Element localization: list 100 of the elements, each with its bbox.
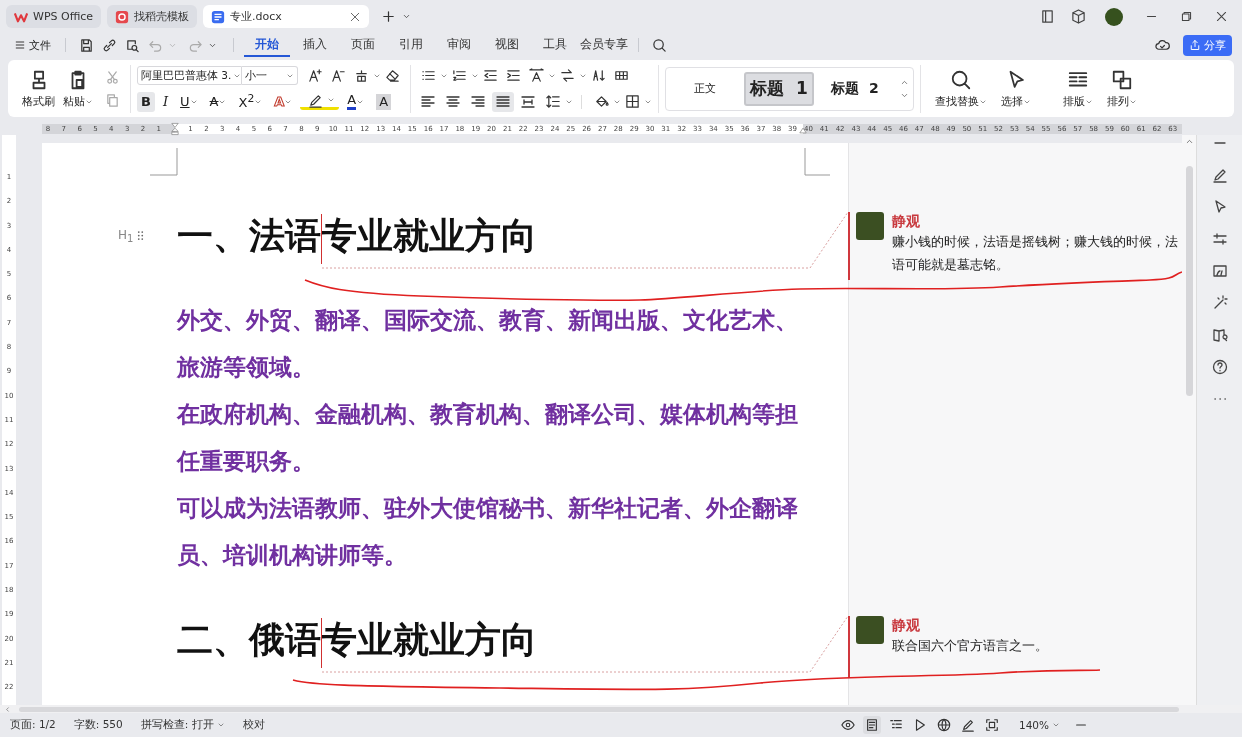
close-icon[interactable] (349, 10, 362, 23)
font-color-button[interactable]: A (343, 91, 369, 112)
drag-handle-icon[interactable] (137, 230, 144, 241)
style-option[interactable]: 标题 2 (818, 71, 892, 106)
pen-icon[interactable] (1211, 167, 1228, 183)
image-edit-icon[interactable] (1211, 263, 1228, 279)
bullet-list-icon[interactable] (421, 68, 436, 83)
app-icon (115, 9, 130, 24)
border-icon[interactable] (625, 94, 640, 109)
margin-mark (149, 147, 178, 176)
ribbon-tab[interactable]: 审阅 (436, 33, 482, 57)
style-option[interactable]: 正文 (670, 71, 740, 106)
ribbon-tab[interactable]: 视图 (484, 33, 530, 57)
spell-check-button[interactable]: 拼写检查: 打开 (140, 718, 225, 732)
search-icon (950, 68, 972, 91)
layout-button[interactable]: 排版 (1063, 68, 1093, 109)
word-count: 字数: 550 (73, 718, 123, 732)
comment-text: 赚小钱的时候，法语是摇钱树；赚大钱的时候，法语可能就是墓志铭。 (892, 233, 1179, 274)
share-button[interactable]: 分享 (1183, 34, 1232, 56)
book-search-icon[interactable] (1211, 327, 1228, 343)
cloud-check-icon[interactable] (1155, 37, 1170, 53)
swap-arrows-icon[interactable] (560, 68, 575, 83)
comment-author: 静观 (892, 616, 921, 634)
body-paragraph: 在政府机构、金融机构、教育机构、翻译公司、媒体机构等担任重要职务。 (177, 399, 799, 477)
vertical-scrollbar[interactable] (1182, 135, 1197, 705)
horizontal-scrollbar[interactable] (0, 705, 1242, 713)
highlight-button[interactable] (300, 93, 340, 110)
find-document-icon[interactable] (125, 37, 140, 53)
bold-button[interactable]: B (137, 91, 155, 112)
document-tab[interactable]: WPS Office (6, 5, 102, 28)
document-tab[interactable]: 专业.docx (203, 5, 370, 28)
paste-button[interactable]: 粘贴 (63, 68, 93, 109)
close-icon[interactable] (1215, 10, 1228, 23)
body-paragraph: 可以成为法语教师、驻外大使馆秘书、新华社记者、外企翻译员、培训机构讲师等。 (177, 493, 799, 571)
avatar[interactable] (1105, 7, 1123, 26)
indent-marker[interactable] (171, 121, 179, 137)
help-icon[interactable] (1211, 359, 1228, 375)
link-icon[interactable] (102, 37, 117, 53)
eraser-icon[interactable] (385, 68, 400, 83)
align-distributed-icon (520, 93, 536, 110)
save-icon[interactable] (79, 37, 94, 53)
caret-icon (327, 96, 336, 104)
avatar (856, 212, 884, 240)
outline-text-button[interactable]: A (270, 91, 297, 112)
table-icon[interactable] (614, 68, 629, 83)
ribbon-tab[interactable]: 开始 (244, 33, 290, 57)
caret-icon[interactable] (402, 12, 412, 21)
paint-bucket-icon[interactable] (594, 94, 609, 109)
arrange-button[interactable]: 排列 (1107, 68, 1137, 109)
menu-icon (14, 39, 26, 51)
comment-author: 静观 (892, 212, 921, 230)
ribbon-tab[interactable]: 工具 (532, 33, 578, 57)
zoom-dropdown[interactable]: 140% (1018, 719, 1060, 731)
superscript-button[interactable]: X$^{2}$ (234, 91, 267, 112)
split-view-icon[interactable] (1040, 9, 1055, 24)
caret-icon (216, 721, 225, 729)
document-icon (211, 9, 226, 24)
alignment-button[interactable] (492, 91, 514, 112)
plus-icon[interactable] (381, 9, 397, 24)
document-tab[interactable]: 找稻壳模板 (107, 5, 198, 28)
search-icon[interactable] (652, 37, 667, 53)
font-size-dropdown[interactable]: 小一 (242, 66, 298, 85)
indent-icon[interactable] (506, 68, 521, 83)
format-painter-button[interactable]: 格式刷 (22, 68, 55, 109)
font-name-dropdown[interactable]: 阿里巴巴普惠体 3. (137, 66, 242, 85)
font-shrink-icon[interactable] (331, 68, 346, 83)
ribbon-tab[interactable]: 引用 (388, 33, 434, 57)
layers-icon (1111, 68, 1133, 91)
align-center-icon (445, 93, 461, 110)
italic-button[interactable]: I (158, 91, 173, 112)
page-count: 页面: 1/2 (10, 718, 56, 732)
ribbon-tab[interactable]: 页面 (340, 33, 386, 57)
scrollbar-thumb[interactable] (1185, 166, 1193, 396)
ribbon-tab[interactable]: 会员专享 (580, 33, 628, 57)
font-grow-icon[interactable] (308, 68, 323, 83)
pen-icon (308, 92, 324, 108)
sort-icon[interactable] (591, 68, 606, 83)
phonetic-guide-icon[interactable] (354, 68, 369, 83)
caret-icon (1052, 721, 1060, 729)
strikethrough-button[interactable]: A (205, 91, 231, 112)
select-button[interactable]: 选择 (1001, 68, 1031, 109)
cube-icon[interactable] (1071, 9, 1086, 24)
page-view-icon[interactable] (862, 716, 881, 734)
ribbon-tab[interactable]: 插入 (292, 33, 338, 57)
align-right-icon (470, 93, 486, 110)
spacing-icon[interactable] (529, 68, 544, 83)
outdent-icon[interactable] (483, 68, 498, 83)
find-replace-button[interactable]: 查找替换 (935, 68, 987, 109)
line-spacing-icon[interactable] (546, 94, 561, 109)
style-option[interactable]: 标题 1 (744, 71, 814, 106)
margin-mark (804, 147, 831, 176)
arrow-up-icon (1184, 137, 1194, 146)
numbered-list-icon[interactable] (452, 68, 467, 83)
sliders-icon[interactable] (1211, 231, 1228, 247)
avatar (856, 616, 884, 644)
underline-button[interactable]: U (176, 91, 202, 112)
file-menu[interactable]: 文件 (10, 37, 55, 53)
align-justify-icon (495, 93, 511, 110)
restore-icon[interactable] (1180, 10, 1193, 23)
proofread-button[interactable]: 校对 (242, 718, 265, 732)
